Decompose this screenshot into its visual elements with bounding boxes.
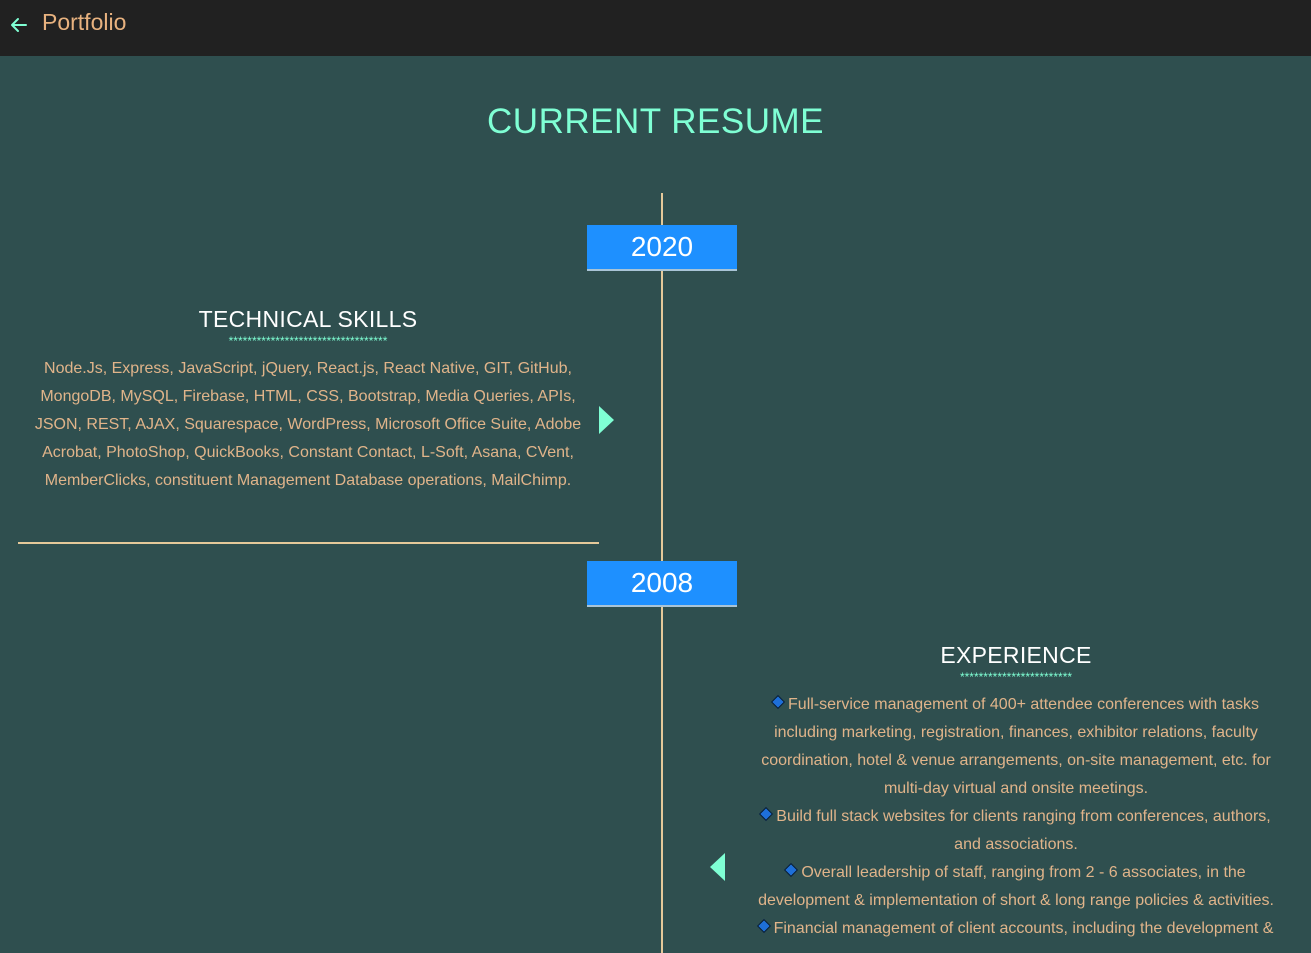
diamond-bullet-icon [759,806,774,822]
diamond-bullet-icon [756,918,771,934]
timeline-pointer-right-icon [599,406,614,434]
section-divider [18,542,599,544]
diamond-bullet-icon [784,862,799,878]
technical-skills-text: Node.Js, Express, JavaScript, jQuery, Re… [34,360,582,489]
year-badge-2020: 2020 [587,225,737,271]
year-badge-2008: 2008 [587,561,737,607]
technical-skills-section: TECHNICAL SKILLS ***********************… [28,306,588,495]
section-title-technical-skills: TECHNICAL SKILLS [198,306,418,332]
experience-section: EXPERIENCE ************************ Full… [746,642,1286,943]
brand-title[interactable]: Portfolio [42,9,126,36]
experience-item: Build full stack websites for clients ra… [759,806,1271,853]
section-underline-stars: ************************ [959,670,1073,684]
experience-item: Overall leadership of staff, ranging fro… [758,862,1274,909]
section-title-experience: EXPERIENCE [940,642,1092,668]
arrow-left-icon [11,18,27,32]
experience-text: Full-service management of 400+ attendee… [746,691,1286,943]
page-title: CURRENT RESUME [487,102,824,141]
back-button[interactable] [6,12,32,38]
diamond-bullet-icon [770,694,786,710]
top-app-bar: Portfolio [0,0,1311,56]
experience-item: Full-service management of 400+ attendee… [761,694,1271,797]
section-underline-stars: ********************************** [228,334,388,348]
experience-item: Financial management of client accounts,… [756,918,1273,937]
timeline-pointer-left-icon [710,853,725,881]
